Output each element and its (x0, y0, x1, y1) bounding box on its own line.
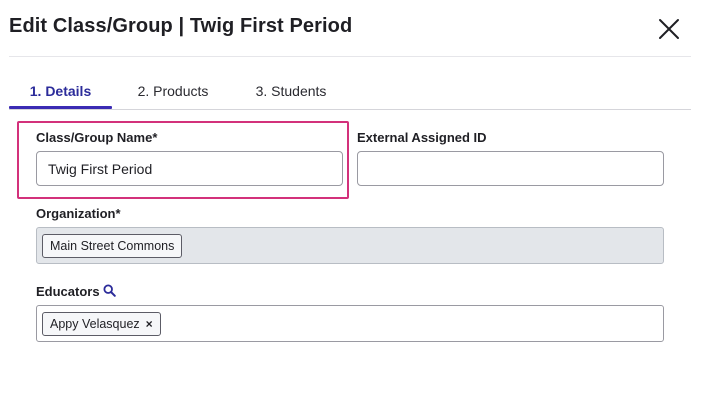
organization-label: Organization* (36, 206, 121, 221)
organization-field: Main Street Commons (36, 227, 664, 264)
organization-chip: Main Street Commons (42, 234, 183, 258)
external-id-input[interactable] (357, 151, 664, 186)
tab-details[interactable]: 1. Details (9, 72, 112, 109)
dialog-title: Edit Class/Group | Twig First Period (9, 15, 353, 37)
class-name-input[interactable] (36, 151, 343, 186)
educators-label: Educators (36, 284, 100, 299)
tab-bar: 1. Details 2. Products 3. Students (9, 72, 691, 110)
tab-students[interactable]: 3. Students (245, 72, 337, 109)
educator-chip-label: Appy Velasquez (50, 317, 140, 331)
class-name-label: Class/Group Name* (36, 130, 158, 145)
close-icon (659, 19, 679, 39)
header-divider (9, 56, 691, 57)
close-button[interactable] (657, 17, 681, 41)
external-id-label: External Assigned ID (357, 130, 487, 145)
tabs-divider (9, 109, 691, 110)
search-icon[interactable] (103, 284, 116, 297)
tab-products[interactable]: 2. Products (125, 72, 221, 109)
educators-field[interactable]: Appy Velasquez × (36, 305, 664, 342)
remove-educator-icon[interactable]: × (146, 313, 153, 335)
educator-chip: Appy Velasquez × (42, 312, 161, 336)
